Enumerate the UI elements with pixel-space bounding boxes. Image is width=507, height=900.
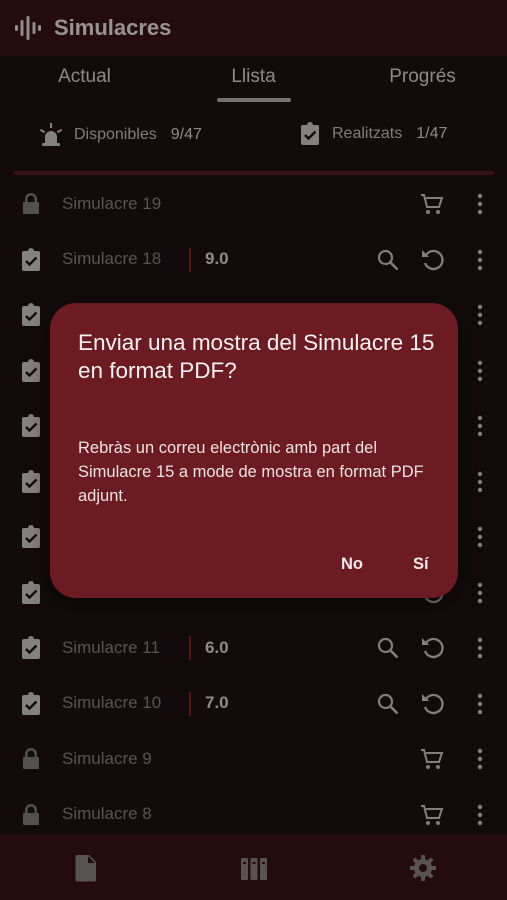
send-sample-dialog: Enviar una mostra del Simulacre 15 en fo…	[50, 303, 458, 598]
dialog-message: Rebràs un correu electrònic amb part del…	[78, 439, 424, 505]
dialog-title: Enviar una mostra del Simulacre 15 en fo…	[78, 330, 435, 383]
no-button[interactable]: No	[341, 555, 363, 574]
yes-button[interactable]: Sí	[413, 555, 429, 574]
